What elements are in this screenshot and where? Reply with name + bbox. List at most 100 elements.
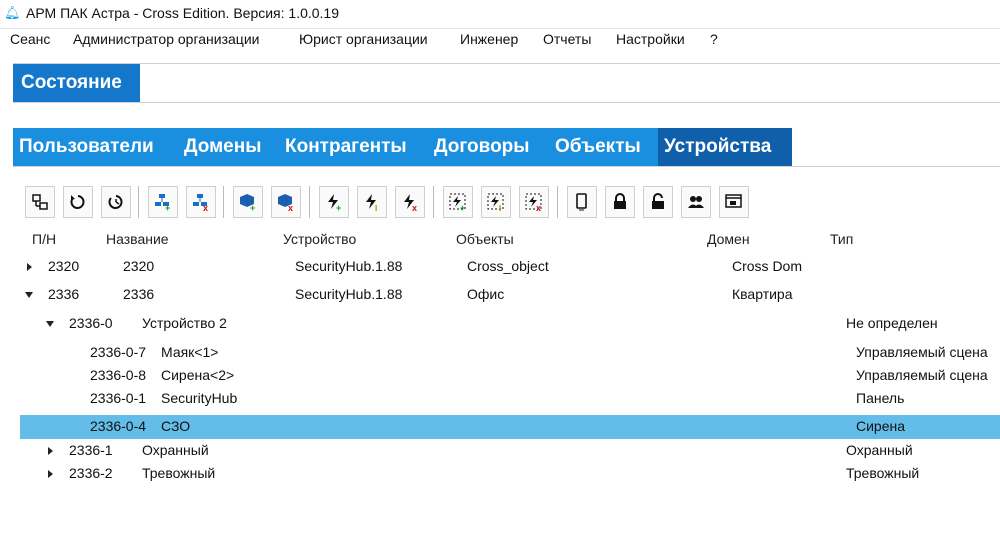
row-id: 2336-0 [69, 315, 113, 331]
tab-contractors[interactable]: Контрагенты [279, 128, 428, 166]
window-title: АРМ ПАК Астра - Cross Edition. Версия: 1… [26, 5, 340, 21]
row-domain: Квартира [732, 286, 793, 302]
svg-text:+: + [165, 203, 170, 211]
table-row[interactable]: 2336-0-1 SecurityHub Панель [20, 387, 1000, 411]
table-row[interactable]: 2320 2320 SecurityHub.1.88 Cross_object … [20, 255, 1000, 279]
row-name: SecurityHub [161, 390, 238, 406]
col-objects[interactable]: Объекты [456, 231, 514, 247]
app-bell-icon: 🔔︎ [4, 5, 21, 20]
row-id: 2336-1 [69, 442, 113, 458]
row-type: Сирена [856, 418, 906, 434]
row-name: 2336 [123, 286, 155, 302]
bolt-frame-edit-icon[interactable]: I [481, 186, 511, 218]
row-device: SecurityHub.1.88 [295, 286, 403, 302]
svg-text:x: x [412, 203, 417, 211]
tab-domains[interactable]: Домены [178, 128, 279, 166]
collapse-arrow-icon[interactable] [46, 321, 54, 327]
bolt-frame-add-icon[interactable]: + [443, 186, 473, 218]
expand-arrow-icon[interactable] [48, 470, 53, 478]
row-object: Cross_object [467, 258, 549, 274]
bolt-add-icon[interactable]: + [319, 186, 349, 218]
toolbar-separator [433, 186, 434, 218]
row-type: Управляемый сцена [856, 344, 988, 360]
svg-text:I: I [499, 204, 501, 211]
row-id: 2336 [48, 286, 80, 302]
col-domain[interactable]: Домен [707, 231, 750, 247]
toolbar-separator [223, 186, 224, 218]
tree-add-icon[interactable]: + [148, 186, 178, 218]
col-device[interactable]: Устройство [283, 231, 356, 247]
row-name: Устройство 2 [142, 315, 227, 331]
col-type[interactable]: Тип [830, 231, 853, 247]
lock-closed-icon[interactable] [605, 186, 635, 218]
row-id: 2336-2 [69, 465, 113, 481]
table-row[interactable]: 2336 2336 SecurityHub.1.88 Офис Квартира [20, 283, 1000, 307]
section-tabs: Пользователи Домены Контрагенты Договоры… [13, 128, 1000, 167]
row-device: SecurityHub.1.88 [295, 258, 403, 274]
menu-org-lawyer[interactable]: Юрист организации [299, 31, 428, 47]
menu-reports[interactable]: Отчеты [543, 31, 591, 47]
expand-arrow-icon[interactable] [27, 263, 32, 271]
row-name: Маяк<1> [161, 344, 219, 360]
row-object: Офис [467, 286, 505, 302]
menu-session[interactable]: Сеанс [10, 31, 50, 47]
expand-arrow-icon[interactable] [48, 447, 53, 455]
svg-text:x: x [536, 203, 541, 211]
menu-help[interactable]: ? [710, 31, 718, 47]
cube-remove-icon[interactable]: x [271, 186, 301, 218]
col-number[interactable]: П/Н [32, 231, 56, 247]
row-type: Управляемый сцена [856, 367, 988, 383]
svg-text:x: x [288, 203, 293, 211]
row-id: 2320 [48, 258, 80, 274]
row-id: 2336-0-7 [90, 344, 147, 360]
lock-open-icon[interactable] [643, 186, 673, 218]
row-name: Охранный [142, 442, 209, 458]
cube-add-icon[interactable]: + [233, 186, 263, 218]
refresh-timer-icon[interactable] [101, 186, 131, 218]
refresh-icon[interactable] [63, 186, 93, 218]
toolbar-separator [309, 186, 310, 218]
row-domain: Cross Dom [732, 258, 803, 274]
svg-text:x: x [203, 203, 208, 211]
table-row[interactable]: 2336-0-7 Маяк<1> Управляемый сцена [20, 341, 1000, 365]
state-bar: Состояние [13, 63, 1000, 103]
table-row[interactable]: 2336-2 Тревожный Тревожный [20, 462, 1000, 486]
tab-objects[interactable]: Объекты [549, 128, 658, 166]
table-row[interactable]: 2336-0-8 Сирена<2> Управляемый сцена [20, 364, 1000, 388]
row-id: 2336-0-8 [90, 367, 147, 383]
state-button[interactable]: Состояние [13, 64, 140, 102]
tree-remove-icon[interactable]: x [186, 186, 216, 218]
bolt-edit-icon[interactable]: I [357, 186, 387, 218]
col-name[interactable]: Название [106, 231, 169, 247]
toolbar-separator [138, 186, 139, 218]
svg-text:+: + [460, 203, 465, 211]
row-name: Тревожный [142, 465, 216, 481]
table-row[interactable]: 2336-0 Устройство 2 Не определен [20, 312, 1000, 336]
row-id: 2336-0-4 [90, 418, 147, 434]
tab-devices[interactable]: Устройства [658, 128, 792, 166]
row-name: 2320 [123, 258, 155, 274]
bolt-frame-remove-icon[interactable]: x [519, 186, 549, 218]
svg-text:+: + [250, 203, 255, 211]
svg-text:+: + [336, 203, 341, 211]
table-row-selected[interactable]: 2336-0-4 СЗО Сирена [20, 415, 1000, 439]
row-type: Панель [856, 390, 905, 406]
menu-org-admin[interactable]: Администратор организации [73, 31, 259, 47]
tab-users[interactable]: Пользователи [13, 128, 178, 166]
menu-engineer[interactable]: Инженер [460, 31, 518, 47]
phone-icon[interactable] [567, 186, 597, 218]
row-type: Тревожный [846, 465, 920, 481]
network-device-icon[interactable] [25, 186, 55, 218]
window-icon[interactable] [719, 186, 749, 218]
collapse-arrow-icon[interactable] [25, 292, 33, 298]
bolt-remove-icon[interactable]: x [395, 186, 425, 218]
tab-contracts[interactable]: Договоры [428, 128, 549, 166]
row-name: СЗО [161, 418, 191, 434]
svg-text:I: I [375, 204, 377, 211]
menu-settings[interactable]: Настройки [616, 31, 685, 47]
row-type: Не определен [846, 315, 938, 331]
row-type: Охранный [846, 442, 913, 458]
row-name: Сирена<2> [161, 367, 235, 383]
table-row[interactable]: 2336-1 Охранный Охранный [20, 439, 1000, 463]
users-icon[interactable] [681, 186, 711, 218]
